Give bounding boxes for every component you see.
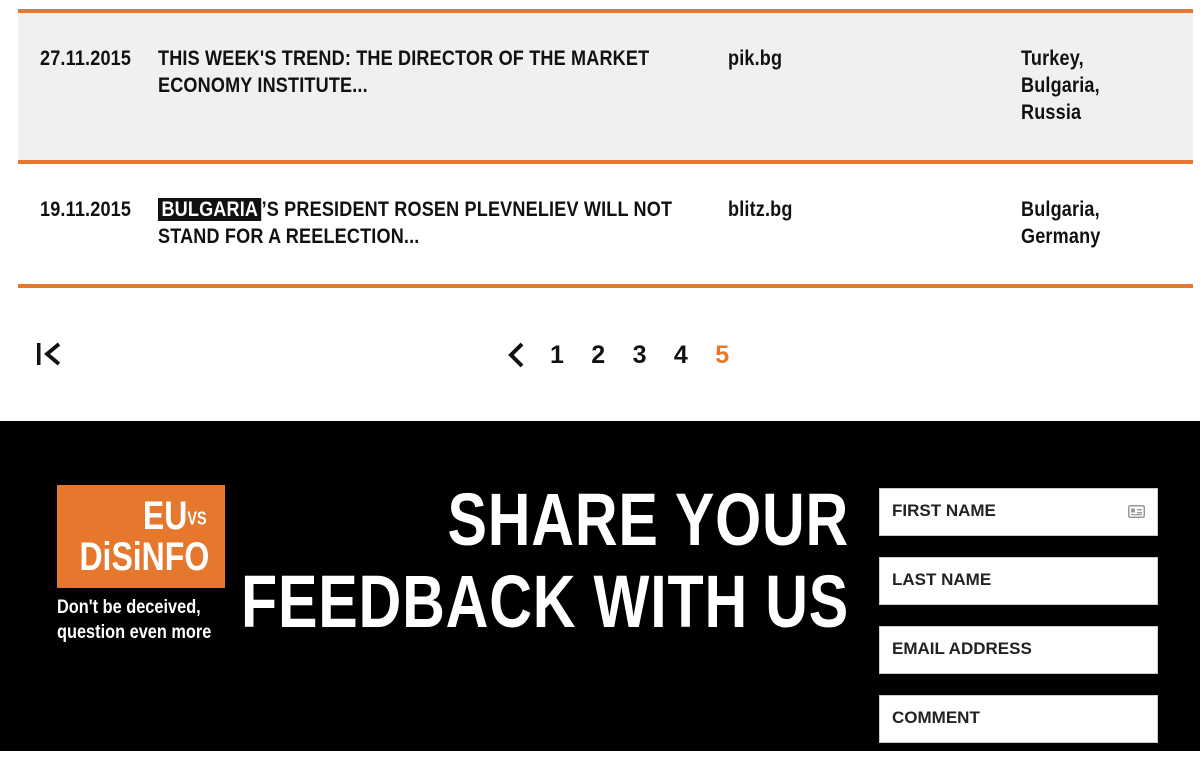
page-list: 1 2 3 4 5 xyxy=(550,338,756,372)
tagline-line: Don't be deceived, xyxy=(57,597,201,618)
page-link[interactable]: 2 xyxy=(591,338,632,372)
page-link[interactable]: 4 xyxy=(674,338,715,372)
row-source: blitz.bg xyxy=(728,198,793,221)
country-item: Turkey, xyxy=(1021,47,1084,70)
logo-eu-text: EUVS xyxy=(143,494,207,538)
results-table: 27.11.2015 THIS WEEK'S TREND: THE DIRECT… xyxy=(18,9,1193,288)
row-source: pik.bg xyxy=(728,47,783,70)
row-date: 19.11.2015 xyxy=(40,198,132,221)
euvsdisinfo-logo[interactable]: EUVS DiSiNFO xyxy=(57,485,225,588)
country-item: Germany xyxy=(1021,225,1101,248)
logo-eu: EU xyxy=(143,494,188,538)
row-title-link[interactable]: BULGARIA ’S PRESIDENT ROSEN PLEVNELIEV WI… xyxy=(158,196,683,250)
row-title-link[interactable]: THIS WEEK'S TREND: THE DIRECTOR OF THE M… xyxy=(158,45,683,99)
contact-card-icon xyxy=(1128,505,1145,518)
row-date: 27.11.2015 xyxy=(40,47,132,70)
page-link[interactable]: 3 xyxy=(633,338,674,372)
feedback-form xyxy=(879,488,1158,764)
feedback-headline: SHARE YOUR FEEDBACK WITH US xyxy=(241,479,849,643)
first-name-input[interactable] xyxy=(880,489,1112,533)
chevron-left-icon[interactable] xyxy=(505,340,527,370)
last-name-input[interactable] xyxy=(880,558,1112,602)
logo-disinfo: DiSiNFO xyxy=(79,535,209,579)
page-link-current[interactable]: 5 xyxy=(715,338,756,372)
headline-line: FEEDBACK WITH US xyxy=(240,560,849,643)
row-countries: Bulgaria, Germany xyxy=(1021,196,1133,250)
table-row[interactable]: 27.11.2015 THIS WEEK'S TREND: THE DIRECT… xyxy=(18,9,1193,160)
row-title-text: THIS WEEK'S TREND: THE DIRECTOR OF THE M… xyxy=(158,47,650,97)
comment-field[interactable] xyxy=(879,695,1158,743)
email-field[interactable] xyxy=(879,626,1158,674)
first-page-icon[interactable] xyxy=(34,338,66,370)
search-highlight: BULGARIA xyxy=(158,198,262,221)
row-countries: Turkey, Bulgaria, Russia xyxy=(1021,45,1133,126)
email-input[interactable] xyxy=(880,627,1112,671)
country-item: Bulgaria, xyxy=(1021,74,1100,97)
tagline: Don't be deceived, question even more xyxy=(57,595,229,645)
pagination: 1 2 3 4 5 xyxy=(0,334,1200,378)
logo-vs: VS xyxy=(187,508,207,529)
table-row[interactable]: 19.11.2015 BULGARIA ’S PRESIDENT ROSEN PL… xyxy=(18,160,1193,288)
comment-input[interactable] xyxy=(880,696,1112,740)
headline-line: SHARE YOUR xyxy=(447,478,849,561)
country-item: Bulgaria, xyxy=(1021,198,1100,221)
country-item: Russia xyxy=(1021,101,1082,124)
tagline-line: question even more xyxy=(57,622,212,643)
first-name-field[interactable] xyxy=(879,488,1158,536)
page-link[interactable]: 1 xyxy=(550,338,591,372)
last-name-field[interactable] xyxy=(879,557,1158,605)
footer: EUVS DiSiNFO Don't be deceived, question… xyxy=(0,421,1200,751)
